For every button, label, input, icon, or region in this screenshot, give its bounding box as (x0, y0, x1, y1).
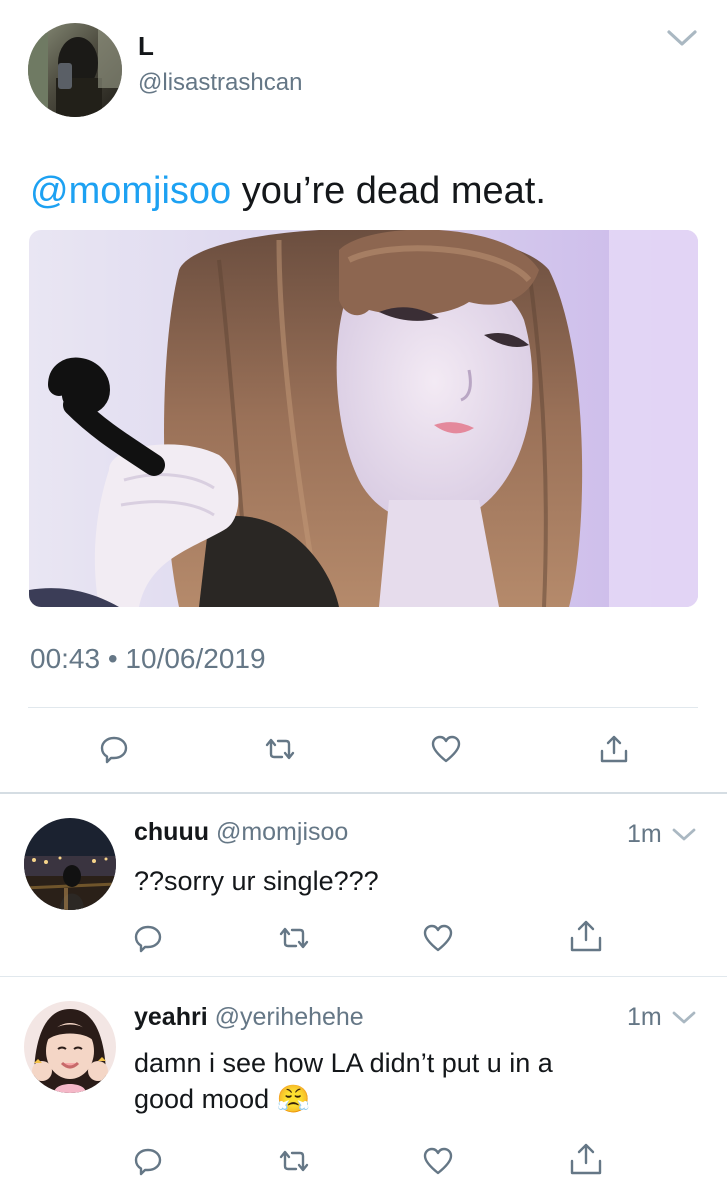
chevron-down-icon (667, 30, 697, 46)
reply-text-line: good mood 😤 (134, 1081, 704, 1117)
reply-header: chuuu @momjisoo (134, 816, 348, 848)
reply-text: damn i see how LA didn’t put u in a good… (134, 1045, 704, 1117)
author-display-name[interactable]: L (138, 30, 154, 62)
reply-avatar[interactable] (24, 1001, 116, 1093)
heart-icon (423, 1147, 453, 1175)
tweet-text: @momjisoo you’re dead meat. (30, 168, 546, 214)
speech-bubble-icon (134, 1148, 162, 1176)
retweet-button[interactable] (262, 731, 298, 767)
tweet-timestamp: 00:43 • 10/06/2019 (30, 643, 266, 674)
reply-tweet[interactable]: chuuu @momjisoo 1m ??sorry ur single??? (0, 794, 727, 976)
reply-handle[interactable]: @momjisoo (216, 818, 348, 846)
reply-like-button[interactable] (420, 920, 456, 956)
speech-bubble-icon (100, 736, 128, 764)
reply-avatar[interactable] (24, 818, 116, 910)
share-icon (600, 735, 628, 763)
avatar-image (24, 1001, 116, 1093)
reply-time[interactable]: 1m (627, 818, 662, 850)
reply-button[interactable] (96, 731, 132, 767)
reply-menu-button[interactable] (670, 824, 698, 846)
share-icon (570, 1143, 602, 1175)
timestamp-divider (28, 707, 698, 708)
share-icon (570, 920, 602, 952)
reply-display-name[interactable]: chuuu (134, 818, 209, 846)
reply-display-name[interactable]: yeahri (134, 1003, 208, 1031)
retweet-icon (265, 738, 295, 760)
reply-text: ??sorry ur single??? (134, 866, 379, 896)
speech-bubble-icon (134, 925, 162, 953)
reply-time[interactable]: 1m (627, 1001, 662, 1033)
reply-handle[interactable]: @yerihehehe (215, 1003, 364, 1031)
reply-reply-button[interactable] (130, 1143, 166, 1179)
reply-text-line: damn i see how LA didn’t put u in a (134, 1048, 553, 1078)
tweet-body-text: you’re dead meat. (231, 170, 546, 212)
like-button[interactable] (428, 731, 464, 767)
reply-menu-button[interactable] (670, 1007, 698, 1029)
reply-share-button[interactable] (568, 1141, 604, 1177)
heart-icon (431, 735, 461, 763)
reply-like-button[interactable] (420, 1143, 456, 1179)
steam-face-emoji: 😤 (276, 1084, 311, 1114)
media-photo (29, 230, 698, 607)
retweet-icon (279, 1150, 309, 1172)
mention-link[interactable]: @momjisoo (30, 170, 231, 212)
avatar-image (24, 818, 116, 910)
tweet-menu-button[interactable] (664, 24, 700, 52)
main-tweet: L @lisastrashcan @momjisoo you’re dead m… (0, 0, 727, 792)
reply-reply-button[interactable] (130, 920, 166, 956)
reply-retweet-button[interactable] (276, 920, 312, 956)
reply-header: yeahri @yerihehehe (134, 1001, 364, 1033)
tweet-media[interactable] (29, 230, 698, 607)
reply-share-button[interactable] (568, 918, 604, 954)
heart-icon (423, 924, 453, 952)
reply-retweet-button[interactable] (276, 1143, 312, 1179)
author-handle[interactable]: @lisastrashcan (138, 68, 302, 98)
share-button[interactable] (596, 731, 632, 767)
chevron-down-icon (672, 828, 696, 841)
reply-text-segment: good mood (134, 1084, 270, 1114)
chevron-down-icon (672, 1011, 696, 1024)
avatar-image (28, 23, 122, 117)
reply-tweet[interactable]: yeahri @yerihehehe 1m damn i see how LA … (0, 977, 727, 1200)
author-avatar[interactable] (28, 23, 122, 117)
retweet-icon (279, 927, 309, 949)
